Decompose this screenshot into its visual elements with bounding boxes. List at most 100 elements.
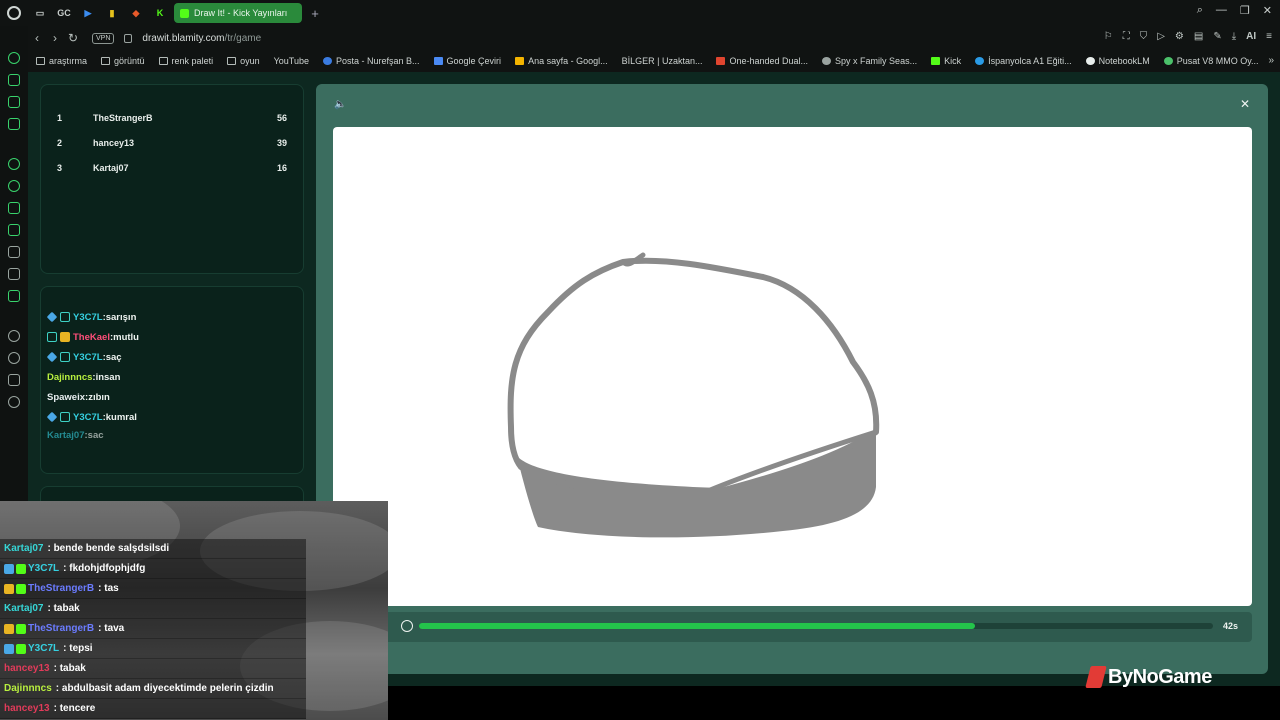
stream-chat-message: TheStrangerB: tas bbox=[0, 579, 306, 599]
player-icon[interactable] bbox=[8, 330, 20, 342]
menu-icon[interactable]: ≡ bbox=[1266, 31, 1272, 42]
crypto-wallet-icon[interactable] bbox=[8, 74, 20, 86]
stream-chat-username: Dajinnncs bbox=[4, 683, 52, 694]
opera-menu-button[interactable] bbox=[0, 0, 28, 26]
close-icon[interactable]: ✕ bbox=[1240, 97, 1250, 111]
search-icon[interactable]: ⌕ bbox=[1197, 4, 1203, 17]
bookmark-item[interactable]: Kick bbox=[931, 56, 961, 66]
guess-chat-panel: Y3C7L:sarışın TheKael:mutlu Y3C7L:saç Da… bbox=[40, 286, 304, 474]
bookmark-item[interactable]: NotebookLM bbox=[1085, 56, 1150, 66]
workspace-icon[interactable]: ▭ bbox=[30, 3, 50, 23]
stream-chat-message: TheStrangerB: tava bbox=[0, 619, 306, 639]
shield-icon[interactable]: ⛉ bbox=[1140, 31, 1148, 42]
bookmark-item[interactable]: Google Çeviri bbox=[433, 56, 502, 66]
stream-chat-username: hancey13 bbox=[4, 703, 50, 714]
timer-remaining: 42s bbox=[1222, 621, 1238, 631]
stream-chat-text: : bende bende salşdsilsdi bbox=[47, 543, 170, 554]
vpn-badge[interactable]: VPN bbox=[92, 32, 115, 44]
extensions-icon[interactable] bbox=[8, 374, 20, 386]
reload-button[interactable]: ↻ bbox=[64, 31, 82, 45]
bookmark-item[interactable]: renk paleti bbox=[158, 56, 213, 66]
x-icon[interactable] bbox=[8, 268, 20, 280]
stopwatch-icon bbox=[401, 620, 413, 632]
bookmark-item[interactable]: araştırma bbox=[36, 56, 87, 66]
pinned-tab-gc[interactable]: GC bbox=[54, 3, 74, 23]
tiktok-icon[interactable] bbox=[8, 246, 20, 258]
settings-gear-icon[interactable] bbox=[8, 396, 20, 408]
restore-button[interactable]: ❐ bbox=[1240, 4, 1250, 17]
aria-ai-button[interactable]: AI bbox=[1246, 31, 1256, 42]
bookmark-item[interactable]: Spy x Family Seas... bbox=[822, 56, 917, 66]
chat-badge-icon bbox=[16, 623, 26, 634]
kick-icon[interactable]: K bbox=[150, 3, 170, 23]
og-badge-icon bbox=[60, 412, 70, 422]
url-field[interactable]: drawit.blamity.com/tr/game bbox=[142, 33, 261, 44]
bookmark-item[interactable]: One-handed Dual... bbox=[716, 56, 808, 66]
bookmarks-bar: araştırma görüntü renk paleti oyun YouTu… bbox=[28, 50, 1280, 72]
forward-button[interactable]: › bbox=[46, 31, 64, 45]
player-name: TheStrangerB bbox=[93, 112, 153, 123]
bookmark-item[interactable]: Ana sayfa - Googl... bbox=[515, 56, 608, 66]
leaderboard-panel: 1 TheStrangerB 56 2 hancey13 39 3 Kartaj07 16 bbox=[40, 84, 304, 274]
bookmark-item[interactable]: Posta - Nurefşan B... bbox=[322, 56, 420, 66]
chat-username: Spaweix bbox=[47, 391, 86, 403]
player-toolbar-icon[interactable]: ▷ bbox=[1157, 31, 1165, 42]
window-controls: ⌕ — ❐ ✕ bbox=[1197, 4, 1272, 17]
aria-icon[interactable] bbox=[8, 52, 20, 64]
kick-favicon-icon bbox=[180, 8, 189, 18]
stream-chat-message: Y3C7L: fkdohjdfophjdfg bbox=[0, 559, 306, 579]
drawing-canvas[interactable] bbox=[333, 127, 1252, 606]
chat-text: :insan bbox=[92, 371, 121, 383]
pinboard-icon[interactable] bbox=[8, 96, 20, 108]
bookmarks-overflow-icon[interactable]: » bbox=[1268, 55, 1274, 66]
browser-tab-bar: ▭ GC ▶ ▮ ◆ K Draw It! - Kick Yayınları +… bbox=[0, 0, 1280, 26]
redirect-icon[interactable]: ◆ bbox=[126, 3, 146, 23]
easy-setup-icon[interactable]: ⚙ bbox=[1175, 31, 1184, 42]
bookmark-label: görüntü bbox=[114, 56, 145, 66]
leaderboard-row: 2 hancey13 39 bbox=[41, 130, 303, 155]
lock-icon[interactable] bbox=[124, 33, 133, 43]
whatsapp-icon[interactable] bbox=[8, 180, 20, 192]
bookmark-item[interactable]: YouTube bbox=[274, 56, 309, 66]
stream-chat-text: : fkdohjdfophjdfg bbox=[63, 563, 146, 574]
minimize-button[interactable]: — bbox=[1216, 4, 1227, 17]
vk-icon[interactable] bbox=[8, 290, 20, 302]
stream-chat-text: : tabak bbox=[47, 603, 80, 614]
active-tab[interactable]: Draw It! - Kick Yayınları bbox=[174, 3, 302, 23]
bookmark-label: Google Çeviri bbox=[446, 56, 502, 66]
back-button[interactable]: ‹ bbox=[28, 31, 46, 45]
bookmark-icon[interactable]: ⚐ bbox=[1104, 31, 1113, 42]
download-icon[interactable]: ⤓ bbox=[1232, 31, 1236, 42]
play-icon[interactable]: ▶ bbox=[78, 3, 98, 23]
extension-puzzle-icon[interactable]: ✎ bbox=[1213, 31, 1221, 42]
history-icon[interactable] bbox=[8, 352, 20, 364]
bookmark-item[interactable]: oyun bbox=[227, 56, 260, 66]
close-window-button[interactable]: ✕ bbox=[1263, 4, 1272, 17]
discord-icon[interactable] bbox=[8, 202, 20, 214]
stream-chat-text: : tava bbox=[98, 623, 125, 634]
bookmark-label: Spy x Family Seas... bbox=[835, 56, 918, 66]
bar-chart-icon[interactable]: ▮ bbox=[102, 3, 122, 23]
bookmark-item[interactable]: İspanyolca A1 Eğiti... bbox=[975, 56, 1072, 66]
chat-message: Y3C7L:saç bbox=[46, 347, 303, 367]
notes-icon[interactable]: ▤ bbox=[1194, 31, 1203, 42]
chat-badge-icon bbox=[4, 583, 14, 594]
instagram-icon[interactable] bbox=[8, 224, 20, 236]
stream-chat-username: Kartaj07 bbox=[4, 543, 44, 554]
bookmark-item[interactable]: BİLGER | Uzaktan... bbox=[622, 56, 703, 66]
chat-username: Dajinnncs bbox=[47, 371, 93, 383]
chat-message: Y3C7L:sarışın bbox=[46, 307, 303, 327]
bookmark-label: Ana sayfa - Googl... bbox=[528, 56, 608, 66]
chatgpt-icon[interactable] bbox=[8, 158, 20, 170]
volume-icon[interactable]: 🔈 bbox=[334, 99, 348, 111]
address-bar: ‹ › ↻ VPN drawit.blamity.com/tr/game ⚐ ⛶… bbox=[28, 26, 1280, 50]
bookmark-item[interactable]: Pusat V8 MMO Oy... bbox=[1163, 56, 1259, 66]
leaderboard-row: 3 Kartaj07 16 bbox=[41, 155, 303, 180]
outlook-icon bbox=[322, 57, 332, 65]
new-tab-button[interactable]: + bbox=[308, 6, 322, 21]
bookmark-item[interactable]: görüntü bbox=[101, 56, 145, 66]
timer-fill bbox=[419, 623, 975, 629]
mastodon-icon[interactable] bbox=[8, 118, 20, 130]
chat-badge-icon bbox=[16, 583, 26, 594]
snapshot-icon[interactable]: ⛶ bbox=[1123, 31, 1130, 42]
